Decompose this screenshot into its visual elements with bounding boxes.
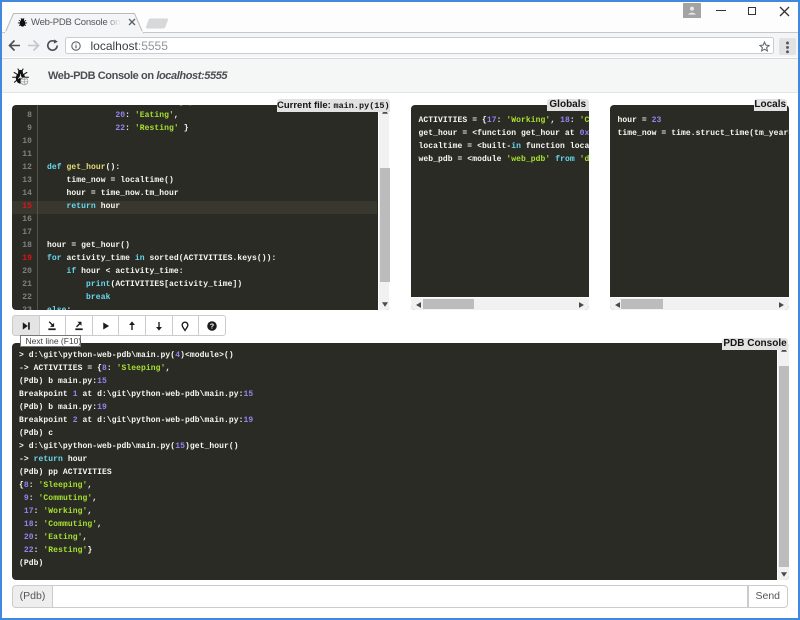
svg-text:?: ?: [210, 321, 215, 330]
